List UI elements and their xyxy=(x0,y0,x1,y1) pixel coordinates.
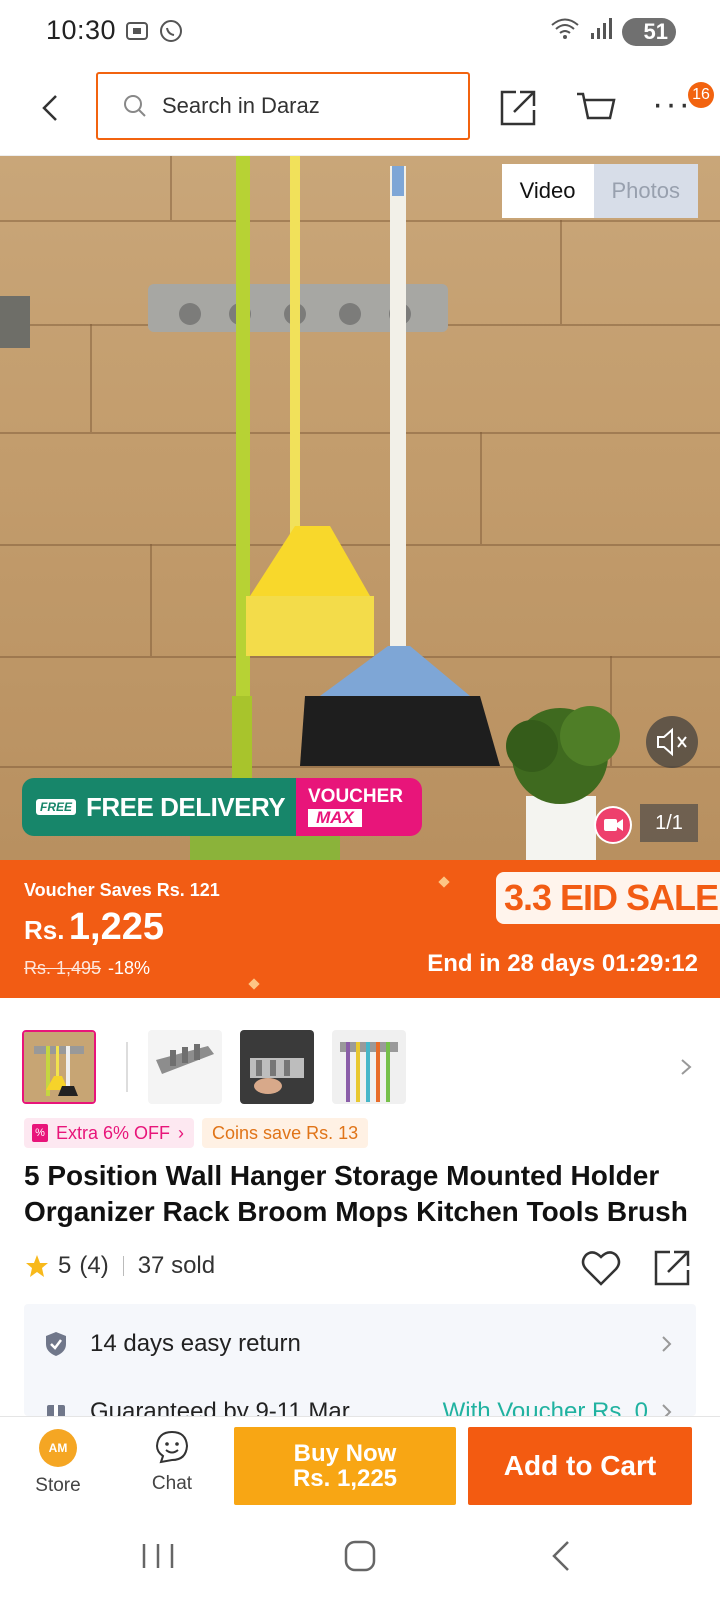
delivery-icon xyxy=(47,1405,65,1416)
signal-icon xyxy=(590,17,612,46)
mute-button[interactable] xyxy=(646,716,698,768)
rating-row[interactable]: 5 (4) 37 sold xyxy=(24,1252,215,1280)
chat-button[interactable]: Chat xyxy=(136,1429,208,1505)
voucher-max-badge: VOUCHER MAX xyxy=(296,778,422,836)
sold-count: 37 sold xyxy=(137,1252,216,1279)
status-bar: 10:30 51 xyxy=(0,0,720,62)
recent-apps-button[interactable] xyxy=(136,1534,180,1578)
product-media[interactable]: Video Photos 1/1 FREE FREE DELIVERY VOUC… xyxy=(0,156,720,860)
voucher-saves: Voucher Saves Rs. 121 xyxy=(24,880,220,900)
bottom-action-bar: AM Store Chat Buy Now Rs. 1,225 Add to C… xyxy=(0,1416,720,1512)
back-button[interactable] xyxy=(30,88,70,128)
extra-off-tag[interactable]: % Extra 6% OFF › xyxy=(24,1118,195,1148)
share-icon xyxy=(500,90,536,126)
service-info-card: 14 days easy return Guaranteed by 9-11 M… xyxy=(24,1304,696,1416)
share-icon xyxy=(654,1250,690,1286)
extra-off-label: Extra 6% OFF xyxy=(56,1123,171,1143)
system-navigation xyxy=(0,1512,720,1600)
screenshot-icon xyxy=(124,18,150,44)
free-delivery-badge: FREE FREE DELIVERY xyxy=(22,778,296,836)
tab-photos[interactable]: Photos xyxy=(593,164,698,218)
promo-banner: FREE FREE DELIVERY VOUCHER MAX xyxy=(22,778,422,836)
share-product-button[interactable] xyxy=(652,1248,692,1288)
media-page-indicator: 1/1 xyxy=(640,804,698,842)
more-options-button[interactable]: ··· xyxy=(652,84,692,128)
media-tabs: Video Photos xyxy=(501,164,698,218)
chevron-right-icon xyxy=(681,1059,692,1075)
return-policy-text: 14 days easy return xyxy=(90,1330,301,1357)
free-delivery-label: FREE DELIVERY xyxy=(86,791,286,822)
percent-icon: % xyxy=(32,1124,48,1142)
price-banner: Voucher Saves Rs. 121 Rs. 1,225 Rs. 1,49… xyxy=(0,860,720,998)
search-placeholder: Search in Daraz xyxy=(162,93,320,118)
chat-label: Chat xyxy=(151,1473,193,1494)
review-count: (4) xyxy=(79,1252,109,1279)
store-logo: AM xyxy=(39,1429,77,1467)
original-price: Rs. 1,495 xyxy=(24,958,102,978)
speaker-mute-icon xyxy=(657,727,687,757)
add-to-cart-button[interactable]: Add to Cart xyxy=(468,1427,692,1505)
home-icon xyxy=(344,1540,376,1572)
heart-icon xyxy=(581,1251,621,1286)
product-title: 5 Position Wall Hanger Storage Mounted H… xyxy=(24,1160,688,1227)
free-badge: FREE xyxy=(36,799,77,815)
recent-apps-icon xyxy=(142,1544,174,1568)
battery-indicator: 51 xyxy=(622,17,676,46)
sale-countdown: End in 28 days 01:29:12 xyxy=(427,950,698,977)
promo-tags: % Extra 6% OFF › Coins save Rs. 13 xyxy=(24,1118,369,1148)
thumbnail[interactable] xyxy=(148,1030,222,1104)
chevron-right-icon xyxy=(662,1404,672,1416)
rating-value: 5 xyxy=(58,1252,72,1279)
thumbnail[interactable] xyxy=(332,1030,406,1104)
sale-tag: 3.3 EID SALE xyxy=(496,872,720,924)
delivery-guarantee-row[interactable]: Guaranteed by 9-11 Mar With Voucher Rs. … xyxy=(24,1382,696,1416)
voucher-label: VOUCHER xyxy=(308,786,404,807)
top-navigation: Search in Daraz ··· 16 xyxy=(0,62,720,156)
thumbnail-next-button[interactable] xyxy=(676,1052,698,1082)
shield-check-icon xyxy=(46,1332,66,1356)
cart-icon xyxy=(577,92,616,120)
thumbnail[interactable] xyxy=(240,1030,314,1104)
product-photo xyxy=(0,156,620,860)
wishlist-button[interactable] xyxy=(580,1248,622,1288)
chat-icon xyxy=(155,1430,189,1464)
star-icon xyxy=(26,1255,48,1277)
back-icon xyxy=(552,1541,569,1571)
system-back-button[interactable] xyxy=(540,1534,584,1578)
notification-badge: 16 xyxy=(688,82,714,108)
search-input[interactable]: Search in Daraz xyxy=(96,72,470,140)
search-icon xyxy=(124,95,146,117)
price-value: 1,225 xyxy=(68,906,165,948)
thumbnail[interactable] xyxy=(22,1030,96,1104)
buy-now-label: Buy Now xyxy=(293,1440,397,1467)
chevron-left-icon xyxy=(42,95,57,121)
discount-percent: -18% xyxy=(108,958,151,978)
thumbnail-strip xyxy=(0,1030,720,1106)
coins-tag: Coins save Rs. 13 xyxy=(202,1118,369,1148)
buy-now-price: Rs. 1,225 xyxy=(292,1465,398,1492)
wifi-icon xyxy=(550,16,580,47)
chevron-right-icon: › xyxy=(178,1123,185,1143)
tab-video[interactable]: Video xyxy=(501,164,594,218)
whatsapp-icon xyxy=(158,18,184,44)
current-price: Rs. 1,225 xyxy=(24,906,164,949)
cart-button[interactable] xyxy=(574,86,618,130)
return-policy-row[interactable]: 14 days easy return xyxy=(24,1314,696,1374)
store-label: Store xyxy=(35,1475,81,1496)
video-camera-icon xyxy=(594,806,632,844)
price-currency: Rs. xyxy=(24,915,65,945)
voucher-shipping-text: With Voucher Rs. 0 xyxy=(442,1398,648,1416)
max-label: MAX xyxy=(308,809,362,827)
sparkle-icon xyxy=(438,876,450,888)
share-button[interactable] xyxy=(496,86,540,130)
buy-now-button[interactable]: Buy Now Rs. 1,225 xyxy=(234,1427,456,1505)
home-button[interactable] xyxy=(338,1534,382,1578)
store-button[interactable]: AM Store xyxy=(22,1429,94,1505)
delivery-guarantee-text: Guaranteed by 9-11 Mar xyxy=(90,1398,350,1416)
sparkle-icon xyxy=(248,978,260,990)
status-time: 10:30 xyxy=(46,15,117,45)
chevron-right-icon xyxy=(662,1336,672,1352)
